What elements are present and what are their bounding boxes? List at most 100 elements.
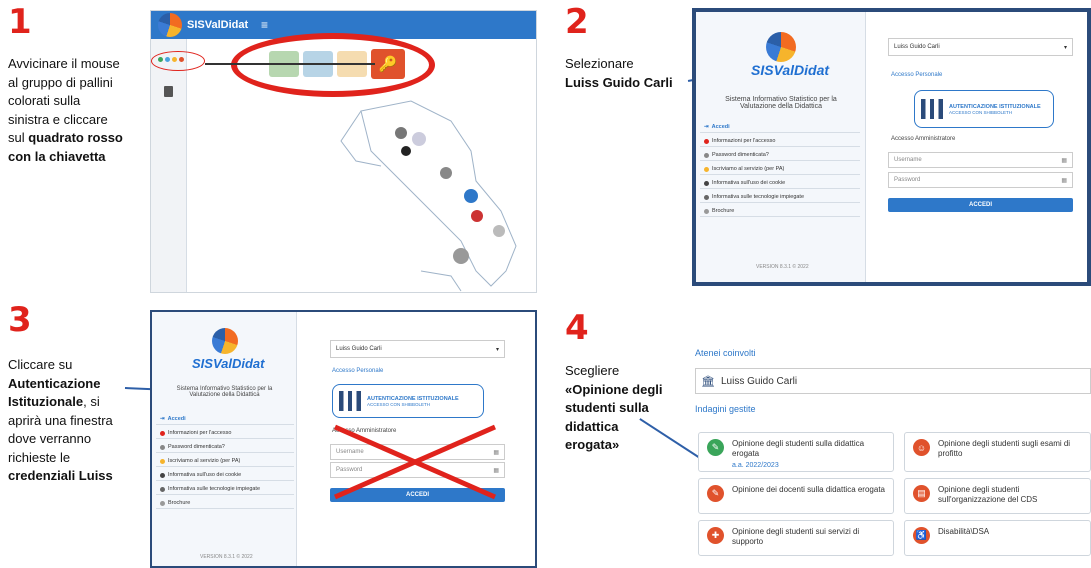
card-organizzazione-cds[interactable]: ▤ Opinione degli studenti sull'organizza… bbox=[904, 478, 1091, 514]
step-2-instructions: Selezionare Luiss Guido Carli bbox=[565, 55, 685, 92]
pillar-icon bbox=[339, 391, 361, 411]
university-select[interactable]: Luiss Guido Carli ▾ bbox=[330, 340, 505, 358]
menu-label: Password dimenticata? bbox=[168, 444, 225, 450]
step3-line: dove verranno bbox=[8, 431, 92, 446]
menu-info[interactable]: Informazioni per l'accesso bbox=[156, 428, 294, 439]
step3-line: aprirà una finestra bbox=[8, 412, 113, 428]
menu-accedi[interactable]: ⇥ Accedi bbox=[700, 122, 860, 133]
atenei-label: Atenei coinvolti bbox=[695, 348, 756, 358]
chevron-down-icon: ▾ bbox=[495, 346, 499, 353]
step3-bold: Autenticazione bbox=[8, 375, 101, 391]
menu-label: Iscriviamo al servizio (per PA) bbox=[712, 166, 785, 172]
subtitle: Sistema Informativo Statistico per la Va… bbox=[706, 96, 856, 110]
auth-sub: ACCESSO CON SHIBBOLETH bbox=[949, 109, 1013, 115]
menu-password[interactable]: Password dimenticata? bbox=[700, 150, 860, 161]
user-icon: ▦ bbox=[1061, 157, 1067, 164]
menu-cookie[interactable]: Informativa sull'uso dei cookie bbox=[700, 178, 860, 189]
step-1-instructions: Avvicinare il mouse al gruppo di pallini… bbox=[8, 55, 148, 166]
menu-info[interactable]: Informazioni per l'accesso bbox=[700, 136, 860, 147]
step4-bold: «Opinione degli bbox=[565, 381, 663, 397]
auth-button[interactable]: AUTENTICAZIONE ISTITUZIONALE ACCESSO CON … bbox=[332, 384, 484, 418]
personal-access-label: Accesso Personale bbox=[332, 368, 384, 374]
menu-brochure[interactable]: Brochure bbox=[700, 206, 860, 217]
subtitle: Sistema Informativo Statistico per la Va… bbox=[162, 386, 287, 398]
card-label: Opinione degli studenti sui servizi di s… bbox=[732, 527, 860, 546]
auth-sub: ACCESSO CON SHIBBOLETH bbox=[367, 401, 431, 407]
menu-label: Password dimenticata? bbox=[712, 152, 769, 158]
step2-line: Selezionare bbox=[565, 56, 634, 71]
menu-label: Accedi bbox=[167, 416, 186, 422]
step-4-instructions: Scegliere «Opinione degli studenti sulla… bbox=[565, 362, 680, 455]
university-field[interactable]: 🏛 Luiss Guido Carli bbox=[695, 368, 1091, 394]
step1-line: sinistra e cliccare bbox=[8, 111, 108, 127]
menu-tech[interactable]: Informativa sulle tecnologie impiegate bbox=[700, 192, 860, 203]
menu-cookie[interactable]: Informativa sull'uso dei cookie bbox=[156, 470, 294, 481]
step3-line: , si bbox=[83, 394, 100, 409]
menu-accedi[interactable]: ⇥ Accedi bbox=[156, 414, 294, 425]
card-servizi-supporto[interactable]: ✚ Opinione degli studenti sui servizi di… bbox=[698, 520, 894, 556]
menu-label: Brochure bbox=[712, 208, 735, 214]
accessibility-icon: ♿ bbox=[913, 527, 930, 544]
user-icon bbox=[704, 166, 709, 172]
brand-title: SISValDidat bbox=[751, 62, 830, 78]
login-sidebar: SISValDidat Sistema Informativo Statisti… bbox=[696, 12, 866, 282]
card-docenti-didattica[interactable]: ✎ Opinione dei docenti sulla didattica e… bbox=[698, 478, 894, 514]
menu-tech[interactable]: Informativa sulle tecnologie impiegate bbox=[156, 484, 294, 495]
step1-bold: con la chiavetta bbox=[8, 148, 106, 164]
step1-line: Avvicinare il mouse bbox=[8, 56, 120, 71]
menu-label: Informativa sulle tecnologie impiegate bbox=[712, 194, 805, 200]
university-value: Luiss Guido Carli bbox=[720, 375, 798, 387]
card-label: Opinione degli studenti sugli esami di p… bbox=[938, 439, 1071, 458]
personal-access-label: Accesso Personale bbox=[891, 72, 943, 78]
card-disabilita-dsa[interactable]: ♿ Disabilità\DSA bbox=[904, 520, 1091, 556]
select-value: Luiss Guido Carli bbox=[894, 44, 940, 50]
version: VERSION 8.3.1 © 2022 bbox=[200, 554, 253, 560]
card-year: a.a. 2022/2023 bbox=[732, 462, 779, 469]
subtitle-line: Sistema Informativo Statistico per la bbox=[725, 96, 837, 103]
lock-icon bbox=[704, 152, 709, 158]
card-studenti-didattica[interactable]: ✎ Opinione degli studenti sulla didattic… bbox=[698, 432, 894, 472]
login-button[interactable]: ACCEDI bbox=[888, 198, 1073, 212]
step1-line: al gruppo di pallini bbox=[8, 74, 113, 90]
menu-iscriviti[interactable]: Iscriviamo al servizio (per PA) bbox=[156, 456, 294, 467]
screenshot-1: SISValDidat ≡ 🔑 bbox=[150, 10, 537, 293]
subtitle-line: Valutazione della Didattica bbox=[189, 392, 260, 398]
card-studenti-esami[interactable]: ☺ Opinione degli studenti sugli esami di… bbox=[904, 432, 1091, 472]
screenshot-3: SISValDidat Sistema Informativo Statisti… bbox=[150, 310, 537, 568]
logo-icon bbox=[158, 13, 182, 37]
step1-line: sul bbox=[8, 130, 29, 145]
info-icon bbox=[704, 138, 709, 144]
username-field[interactable]: Username ▦ bbox=[888, 152, 1073, 168]
cookie-icon bbox=[704, 180, 709, 186]
dots-highlight bbox=[151, 51, 205, 71]
auth-button[interactable]: AUTENTICAZIONE ISTITUZIONALE ACCESSO CON … bbox=[914, 90, 1054, 128]
step3-line: Cliccare su bbox=[8, 357, 73, 372]
menu-password[interactable]: Password dimenticata? bbox=[156, 442, 294, 453]
menu-brochure[interactable]: Brochure bbox=[156, 498, 294, 509]
user-icon: ☺ bbox=[913, 439, 930, 456]
screenshot-2: SISValDidat Sistema Informativo Statisti… bbox=[692, 8, 1091, 286]
info-icon bbox=[160, 430, 165, 436]
brand-title: SISValDidat bbox=[187, 19, 249, 31]
step4-bold: erogata» bbox=[565, 437, 620, 452]
menu-label: Informativa sull'uso dei cookie bbox=[168, 472, 242, 478]
menu-iscriviti[interactable]: Iscriviamo al servizio (per PA) bbox=[700, 164, 860, 175]
menu-label: Informativa sulle tecnologie impiegate bbox=[168, 486, 261, 492]
step4-bold: studenti sulla bbox=[565, 400, 649, 415]
arrow-line bbox=[205, 63, 375, 65]
step4-bold: didattica bbox=[565, 418, 619, 434]
password-field[interactable]: Password ▦ bbox=[888, 172, 1073, 188]
list-icon bbox=[160, 486, 165, 492]
university-select[interactable]: Luiss Guido Carli ▾ bbox=[888, 38, 1073, 56]
hamburger-icon[interactable]: ≡ bbox=[261, 18, 268, 32]
teacher-icon: ✎ bbox=[707, 485, 724, 502]
step-number-1: 1 bbox=[8, 2, 32, 42]
step2-bold: Luiss Guido Carli bbox=[565, 74, 673, 90]
version: VERSION 8.3.1 © 2022 bbox=[756, 264, 809, 270]
card-label: Opinione degli studenti sull'organizzazi… bbox=[938, 485, 1038, 504]
brand-title: SISValDidat bbox=[192, 356, 265, 371]
step-number-2: 2 bbox=[565, 2, 589, 42]
cross-out-mark bbox=[333, 424, 497, 500]
page-icon[interactable] bbox=[164, 86, 173, 97]
auth-title: AUTENTICAZIONE ISTITUZIONALE bbox=[949, 103, 1041, 110]
